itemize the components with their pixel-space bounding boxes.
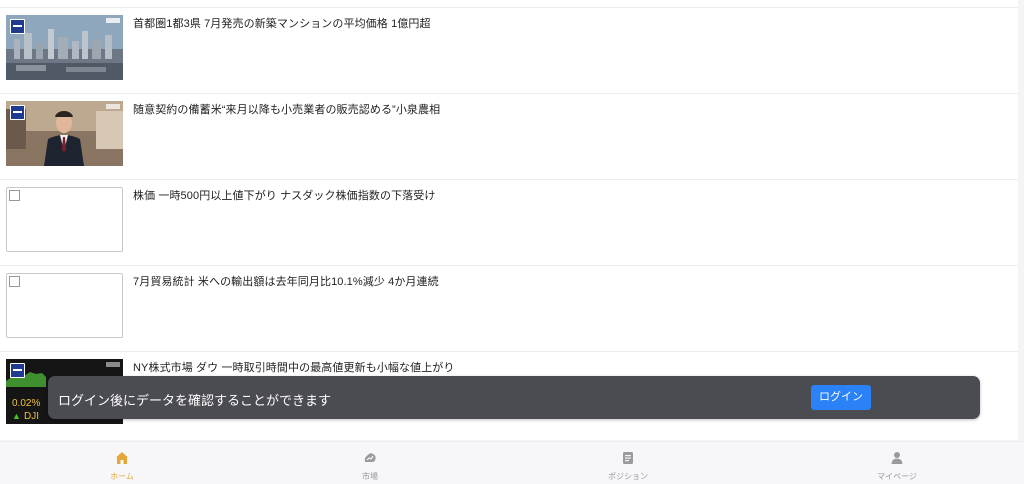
toast-message: ログイン後にデータを確認することができます: [58, 393, 332, 408]
news-thumbnail[interactable]: [6, 101, 123, 166]
tab-label: ホーム: [110, 472, 134, 481]
tab-market[interactable]: 市場: [310, 442, 430, 484]
nhk-logo: [10, 363, 25, 378]
news-feed: 首都圏1都3県 7月発売の新築マンションの平均価格 1億円超 随意契約の備蓄米“…: [0, 0, 1018, 440]
news-headline[interactable]: 随意契約の備蓄米“来月以降も小売業者の販売認める”小泉農相: [133, 101, 440, 117]
news-headline[interactable]: 株価 一時500円以上値下がり ナスダック株価指数の下落受け: [133, 187, 435, 203]
person-icon: [891, 452, 903, 464]
login-button[interactable]: ログイン: [811, 385, 871, 410]
up-arrow-icon: ▲: [12, 411, 21, 421]
news-item[interactable]: 首都圏1都3県 7月発売の新築マンションの平均価格 1億円超: [0, 7, 1018, 93]
broken-image-icon: [9, 190, 20, 201]
news-item[interactable]: 7月貿易統計 米への輸出額は去年同月比10.1%減少 4か月連続: [0, 265, 1018, 351]
news-headline[interactable]: 首都圏1都3県 7月発売の新築マンションの平均価格 1億円超: [133, 15, 431, 31]
news-headline[interactable]: NY株式市場 ダウ 一時取引時間中の最高値更新も小幅な値上がり: [133, 359, 455, 375]
nhk-logo: [10, 19, 25, 34]
tab-label: マイページ: [877, 472, 917, 481]
news-headline[interactable]: 7月貿易統計 米への輸出額は去年同月比10.1%減少 4か月連続: [133, 273, 439, 289]
tab-label: 市場: [362, 472, 378, 481]
tab-home[interactable]: ホーム: [62, 442, 182, 484]
tab-label: ポジション: [608, 472, 648, 481]
login-toast: ログイン後にデータを確認することができます ログイン: [48, 376, 980, 419]
index-name-text: DJI: [24, 411, 39, 422]
news-thumbnail[interactable]: [6, 15, 123, 80]
broken-image-placeholder[interactable]: [6, 273, 123, 338]
broken-image-icon: [9, 276, 20, 287]
broken-image-placeholder[interactable]: [6, 187, 123, 252]
market-icon: [364, 453, 376, 462]
tab-mypage[interactable]: マイページ: [837, 442, 957, 484]
tab-position[interactable]: ポジション: [568, 442, 688, 484]
news-item[interactable]: 随意契約の備蓄米“来月以降も小売業者の販売認める”小泉農相: [0, 93, 1018, 179]
home-icon: [116, 452, 128, 464]
bottom-tab-bar: ホーム 市場 ポジション マイページ: [0, 441, 1024, 484]
news-item[interactable]: 株価 一時500円以上値下がり ナスダック株価指数の下落受け: [0, 179, 1018, 265]
index-change-text: 0.02%: [12, 398, 41, 409]
document-icon: [623, 452, 633, 464]
nhk-logo: [10, 105, 25, 120]
